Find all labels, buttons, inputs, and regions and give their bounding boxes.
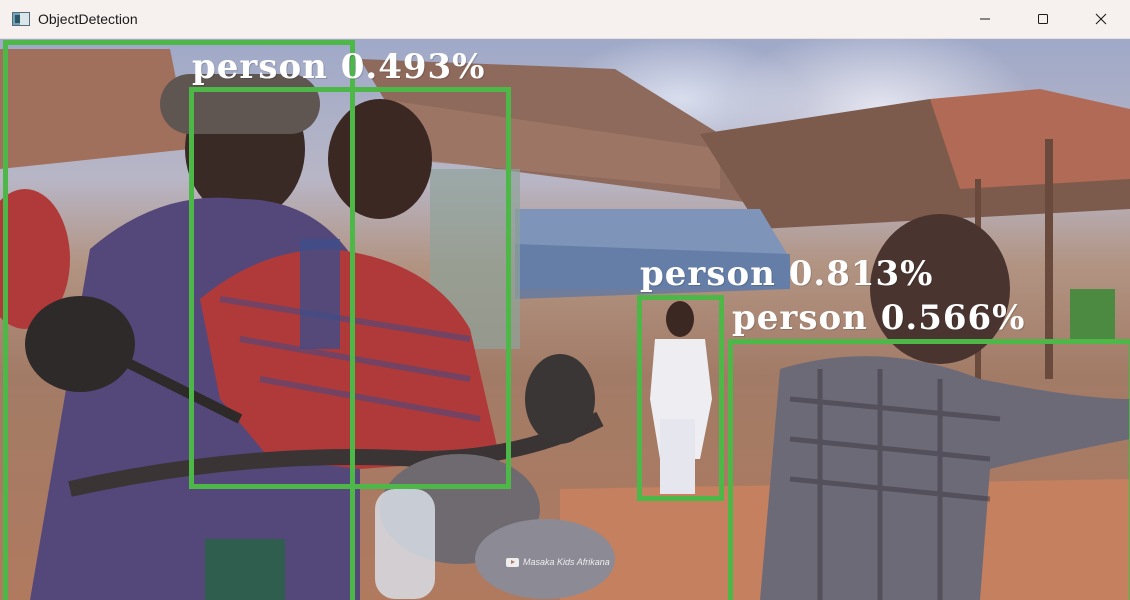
window-controls: [956, 0, 1130, 39]
detection-label-right-kid: person 0.566%: [732, 298, 1026, 338]
window-title: ObjectDetection: [38, 11, 138, 27]
detection-box-woman: [637, 295, 724, 501]
minimize-icon: [980, 18, 990, 20]
video-watermark: Masaka Kids Afrikana: [506, 557, 610, 567]
maximize-button[interactable]: [1014, 0, 1072, 39]
detection-label-child: person 0.493%: [192, 47, 486, 87]
detection-label-woman: person 0.813%: [640, 254, 934, 294]
minimize-button[interactable]: [956, 0, 1014, 39]
close-icon: [1095, 13, 1107, 25]
close-button[interactable]: [1072, 0, 1130, 39]
maximize-icon: [1038, 14, 1048, 24]
detection-box-right-kid: [728, 339, 1130, 600]
watermark-text: Masaka Kids Afrikana: [523, 557, 610, 567]
app-window-icon: [12, 12, 30, 26]
window-titlebar[interactable]: ObjectDetection: [0, 0, 1130, 39]
video-frame: person 0.493% person 0.813% person 0.566…: [0, 39, 1130, 600]
detection-box-child: [189, 87, 511, 489]
video-play-icon: [506, 557, 519, 567]
